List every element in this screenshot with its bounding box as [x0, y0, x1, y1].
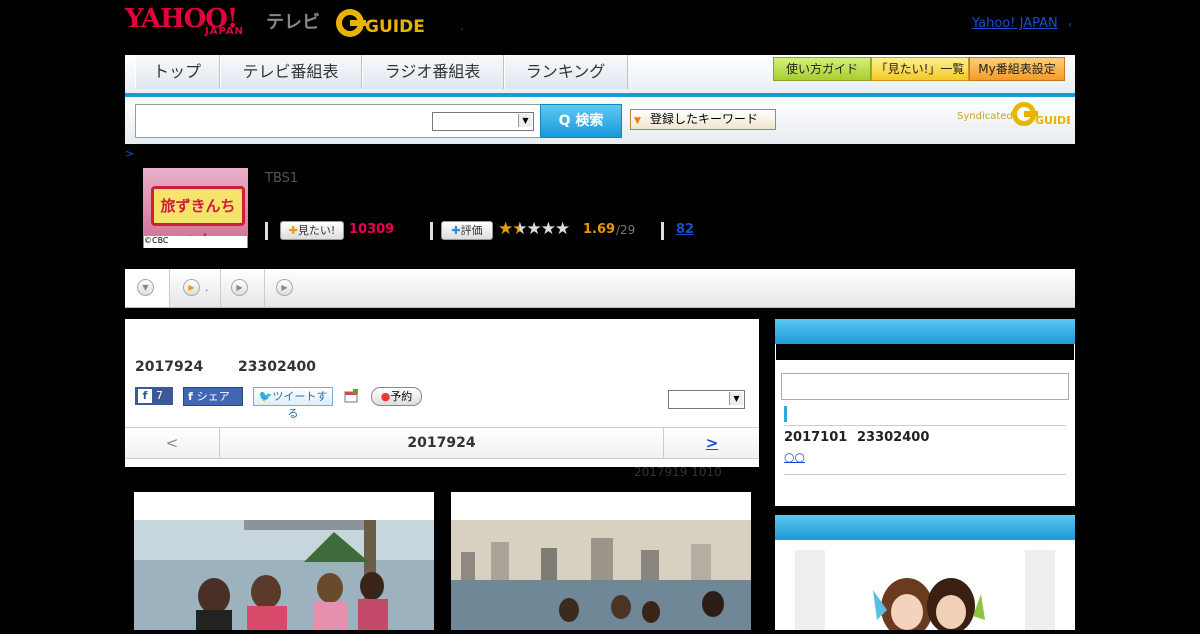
- guide-button[interactable]: 使い方ガイド: [773, 57, 871, 81]
- facebook-icon: f: [138, 389, 152, 403]
- svg-text:GUIDE: GUIDE: [365, 17, 425, 37]
- facebook-icon: f: [188, 390, 193, 403]
- tab-divider: [220, 269, 221, 307]
- rating-value: 1.69: [583, 222, 616, 237]
- svg-text:GUIDE: GUIDE: [1035, 114, 1070, 127]
- dropdown-arrow-icon: ▼: [634, 116, 641, 126]
- chevron-down-icon: ▼: [518, 114, 532, 127]
- side-panel-subheader: [776, 344, 1074, 360]
- calendar-add-icon[interactable]: [344, 388, 358, 403]
- plus-icon: ✚: [451, 224, 461, 237]
- pager-next[interactable]: >: [663, 428, 760, 458]
- gguide-logo[interactable]: GUIDE: [335, 6, 430, 40]
- tv-logo-text[interactable]: テレビ: [266, 8, 320, 34]
- registered-keywords-label: 登録したキーワード: [650, 112, 759, 126]
- search-category-select[interactable]: ▼: [432, 112, 534, 131]
- my-listings-button[interactable]: My番組表設定: [969, 57, 1065, 81]
- pager-prev[interactable]: <: [125, 428, 220, 458]
- side-panel-2: [775, 515, 1075, 634]
- program-thumbnail: 旅ずきんちゃん ©CBC: [143, 168, 248, 249]
- channel-name: TBS1: [265, 171, 299, 186]
- play-icon[interactable]: ▶: [276, 279, 293, 296]
- record-icon: ●: [380, 390, 391, 403]
- header-dot: .: [460, 20, 464, 33]
- side-episode-date: 2017101: [784, 430, 848, 445]
- search-button[interactable]: Q 検索: [540, 104, 622, 138]
- reserve-button[interactable]: ●予約: [371, 387, 422, 406]
- half-star-icon: ★: [512, 219, 527, 239]
- episode-photo-2[interactable]: [451, 492, 751, 630]
- reserve-label: 予約: [390, 390, 413, 403]
- yahoo-japan-link[interactable]: Yahoo! JAPAN: [972, 16, 1058, 31]
- divider: [784, 425, 1066, 426]
- tab-ranking[interactable]: ランキング: [504, 55, 628, 89]
- breadcrumb[interactable]: >: [125, 147, 134, 160]
- divider: [265, 222, 268, 240]
- star-icon: ★: [498, 219, 513, 239]
- registered-keywords-button[interactable]: ▼ 登録したキーワード: [630, 109, 776, 130]
- header-separator: ,: [1068, 14, 1073, 29]
- episode-time: 23302400: [238, 359, 316, 375]
- tab-radio-listings[interactable]: ラジオ番組表: [362, 55, 504, 89]
- side-panel-header: [775, 319, 1075, 344]
- want-to-watch-label: 見たい!: [297, 224, 336, 237]
- tab-label: .: [205, 281, 209, 294]
- date-pager: < 2017924 >: [125, 427, 759, 459]
- syndicated-label: Syndicated: [957, 111, 1013, 122]
- want-to-watch-button[interactable]: ✚見たい!: [280, 221, 344, 240]
- episode-date: 2017924: [135, 359, 204, 375]
- watchlist-button[interactable]: 「見たい!」一覧: [871, 57, 969, 81]
- side-panel: 2017101 23302400 ○○: [775, 319, 1075, 506]
- facebook-share-label: シェア: [196, 390, 230, 403]
- side-panel-2-header: [775, 515, 1075, 540]
- gguide-small-logo: GUIDE: [1010, 100, 1074, 128]
- episode-select[interactable]: ▼: [668, 390, 745, 409]
- facebook-like-button[interactable]: f7: [135, 387, 173, 405]
- comment-count-link[interactable]: 82: [676, 222, 694, 237]
- play-icon[interactable]: ▶: [231, 279, 248, 296]
- tweet-button[interactable]: 🐦ツイートする: [253, 387, 333, 420]
- facebook-like-count: 7: [156, 389, 163, 402]
- thumbnail-copyright: ©CBC: [144, 236, 247, 248]
- facebook-share-button[interactable]: f シェア: [183, 387, 243, 406]
- rating-count: /29: [616, 223, 636, 237]
- section-marker: [784, 406, 787, 422]
- divider: [430, 222, 433, 240]
- updated-timestamp: 2017919 1010: [634, 465, 722, 479]
- star-empty-icon: ★★★: [526, 219, 571, 239]
- divider: [784, 474, 1066, 475]
- pager-date: 2017924: [407, 435, 476, 451]
- program-thumbnail-title: 旅ずきんちゃん: [151, 186, 245, 249]
- play-icon[interactable]: ▶: [183, 279, 200, 296]
- side-episode-link[interactable]: ○○: [784, 450, 805, 464]
- episode-photo-1[interactable]: [134, 492, 434, 630]
- tab-divider: [169, 269, 170, 307]
- tweet-label: ツイートする: [272, 390, 328, 420]
- chevron-down-icon[interactable]: ▼: [137, 279, 154, 296]
- program-tabs-bar: ▼ ▶ . ▶ ▶: [125, 269, 1075, 308]
- chevron-down-icon: ▼: [729, 392, 743, 405]
- tab-divider: [264, 269, 265, 307]
- episode-panel: 2017924 23302400 f7 f シェア 🐦ツイートする ●予約 ▼ <…: [125, 319, 759, 467]
- main-nav: トップ テレビ番組表 ラジオ番組表 ランキング 使い方ガイド 「見たい!」一覧 …: [125, 55, 1075, 97]
- tab-top[interactable]: トップ: [135, 55, 220, 89]
- plus-icon: ✚: [288, 224, 298, 237]
- side-episode-time: 23302400: [857, 430, 930, 445]
- side-input[interactable]: [781, 373, 1069, 400]
- yahoo-japan-sublogo: JAPAN: [205, 26, 244, 37]
- side-panel-image[interactable]: [795, 550, 1055, 634]
- divider: [661, 222, 664, 240]
- want-to-watch-count: 10309: [349, 222, 395, 237]
- search-area: ▼ Q 検索 ▼ 登録したキーワード Syndicated GUIDE: [125, 97, 1075, 144]
- rate-button[interactable]: ✚評価: [441, 221, 493, 240]
- twitter-icon: 🐦: [258, 390, 273, 403]
- rate-label: 評価: [460, 224, 483, 237]
- rating-stars: ★★★★★: [498, 219, 571, 239]
- tab-tv-listings[interactable]: テレビ番組表: [220, 55, 362, 89]
